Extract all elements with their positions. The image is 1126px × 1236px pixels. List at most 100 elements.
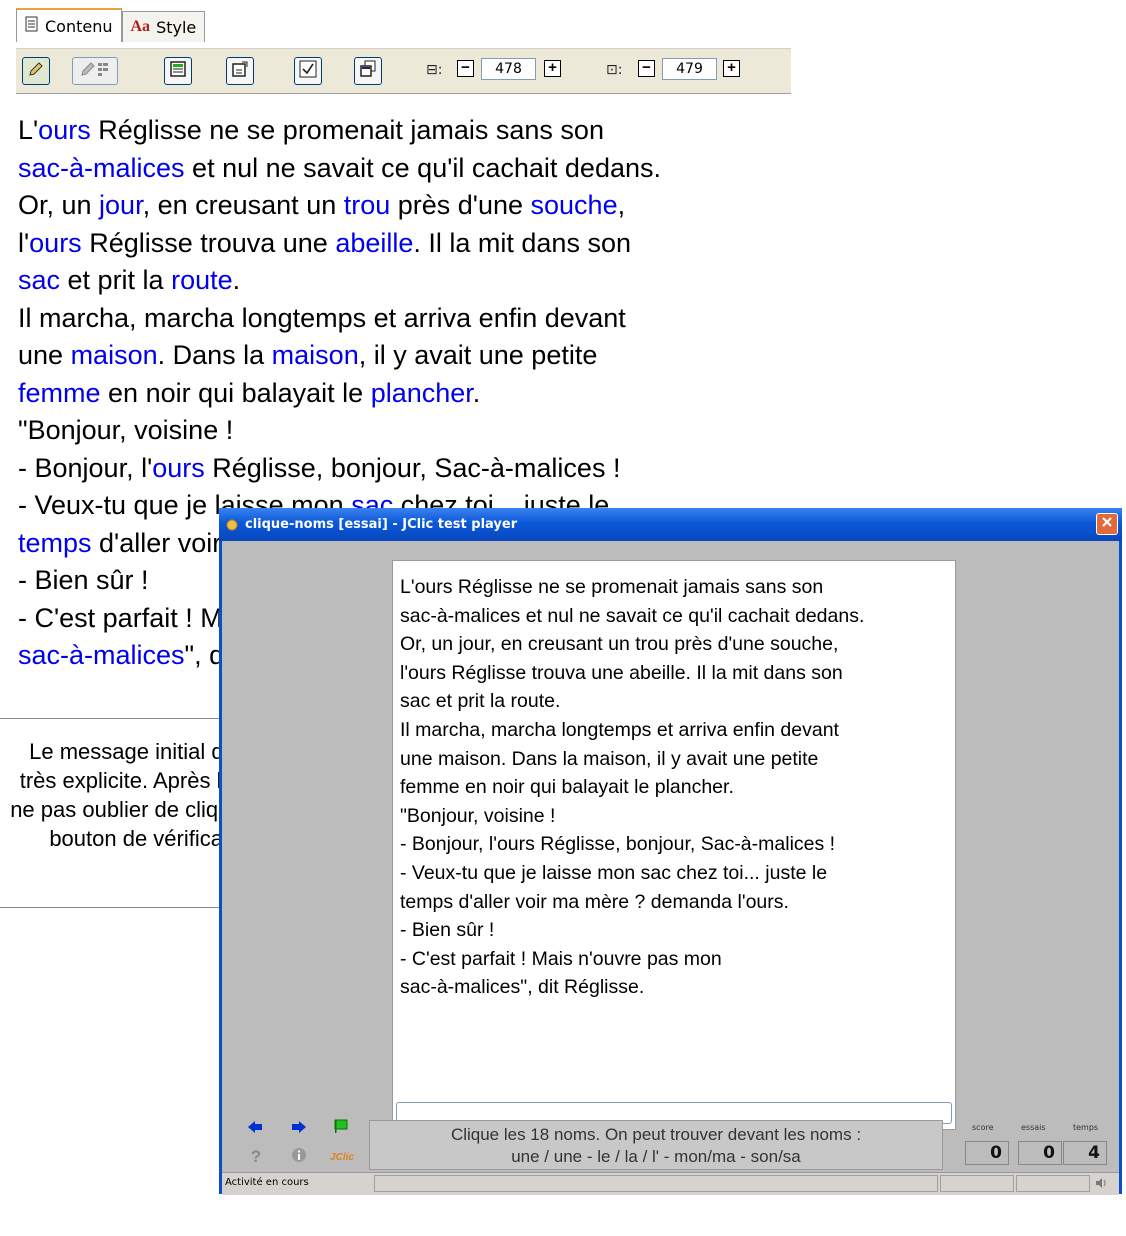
- target-button[interactable]: [226, 57, 254, 85]
- activity-text-line[interactable]: L'ours Réglisse ne se promenait jamais s…: [400, 573, 864, 602]
- noun-target[interactable]: ours: [29, 228, 82, 258]
- noun-target[interactable]: sac-à-malices: [18, 640, 185, 670]
- tab-contenu[interactable]: Contenu: [16, 8, 122, 42]
- noun-target[interactable]: ours: [152, 453, 205, 483]
- editor-line: femme en noir qui balayait le plancher.: [18, 375, 793, 413]
- activity-message: Clique les 18 noms. On peut trouver deva…: [369, 1120, 943, 1170]
- noun-target[interactable]: ours: [38, 115, 91, 145]
- text-segment: et nul ne savait ce qu'il cachait dedans…: [184, 152, 662, 183]
- activity-text-line[interactable]: - Veux-tu que je laisse mon sac chez toi…: [400, 859, 864, 888]
- text-segment: Réglisse ne se promenait jamais sans son: [90, 115, 604, 145]
- noun-target[interactable]: femme: [18, 378, 101, 408]
- activity-text-line[interactable]: - Bonjour, l'ours Réglisse, bonjour, Sac…: [400, 830, 864, 859]
- width-increase-button[interactable]: +: [544, 60, 561, 77]
- text-segment: Réglisse trouva une: [81, 227, 336, 258]
- editor-line: l'ours Réglisse trouva une abeille. Il l…: [18, 225, 793, 263]
- text-segment: l': [18, 227, 30, 258]
- text-segment: Or, un: [18, 190, 100, 220]
- flag-icon: [333, 1118, 349, 1139]
- activity-text-line[interactable]: "Bonjour, voisine !: [400, 802, 864, 831]
- text-segment: . Dans la: [157, 340, 272, 370]
- message-line-1: Clique les 18 noms. On peut trouver deva…: [450, 1125, 862, 1144]
- temps-counter: 4: [1063, 1141, 1107, 1165]
- noun-target[interactable]: maison: [272, 340, 359, 370]
- text-segment: .: [472, 377, 481, 408]
- height-decrease-button[interactable]: −: [638, 60, 655, 77]
- sound-icon[interactable]: [1094, 1176, 1108, 1195]
- text-segment: L': [18, 115, 39, 145]
- tab-style[interactable]: Aa Style: [121, 11, 206, 42]
- editor-line: - Bonjour, l'ours Réglisse, bonjour, Sac…: [18, 450, 793, 488]
- activity-text-line[interactable]: sac-à-malices et nul ne savait ce qu'il …: [400, 602, 864, 631]
- info-icon: [291, 1147, 307, 1168]
- noun-target[interactable]: sac: [18, 265, 60, 295]
- noun-target[interactable]: jour: [99, 190, 143, 220]
- activity-text-line[interactable]: une maison. Dans la maison, il y avait u…: [400, 745, 864, 774]
- height-icon: ⊡:: [606, 62, 623, 78]
- jclic-logo-button[interactable]: JClic: [326, 1146, 358, 1168]
- text-segment: - Bonjour, l': [18, 452, 153, 483]
- help-button[interactable]: ?: [245, 1146, 267, 1168]
- activity-text-line[interactable]: - Bien sûr !: [400, 916, 864, 945]
- title-bar[interactable]: clique-noms [essai] - JClic test player: [219, 508, 1122, 541]
- status-text: Activité en cours: [225, 1177, 309, 1188]
- noun-target[interactable]: plancher: [371, 378, 473, 408]
- noun-target[interactable]: temps: [18, 528, 92, 558]
- reports-button[interactable]: [330, 1117, 352, 1139]
- text-segment: et prit la: [60, 265, 172, 295]
- edit-pencil-button[interactable]: [22, 57, 50, 85]
- text-segment: - Bien sûr !: [18, 565, 149, 595]
- noun-target[interactable]: souche: [531, 190, 618, 220]
- editor-line: L'ours Réglisse ne se promenait jamais s…: [18, 112, 793, 150]
- status-bar: Activité en cours: [222, 1172, 1119, 1195]
- noun-target[interactable]: abeille: [335, 228, 413, 258]
- arrow-right-icon: [291, 1120, 307, 1139]
- height-increase-button[interactable]: +: [723, 60, 740, 77]
- activity-text[interactable]: L'ours Réglisse ne se promenait jamais s…: [400, 573, 864, 1002]
- message-line-2: une / une - le / la / l' - mon/ma - son/…: [511, 1147, 801, 1166]
- width-field[interactable]: 478: [481, 58, 536, 80]
- noun-target[interactable]: route: [171, 265, 233, 295]
- editor-tabs: Contenu Aa Style: [16, 8, 206, 42]
- activity-text-line[interactable]: Or, un jour, en creusant un trou près d'…: [400, 630, 864, 659]
- editor-line: sac-à-malices et nul ne savait ce qu'il …: [18, 150, 793, 188]
- question-icon: ?: [250, 1147, 262, 1166]
- noun-target[interactable]: trou: [344, 190, 391, 220]
- close-button[interactable]: [1096, 513, 1118, 535]
- text-segment: .: [232, 265, 241, 295]
- previous-button[interactable]: [244, 1118, 266, 1140]
- activity-text-line[interactable]: femme en noir qui balayait le plancher.: [400, 773, 864, 802]
- height-field[interactable]: 479: [662, 58, 717, 80]
- score-label: score: [972, 1123, 994, 1132]
- essais-counter: 0: [1018, 1141, 1062, 1165]
- text-window-button[interactable]: [164, 57, 192, 85]
- activity-text-line[interactable]: l'ours Réglisse trouva une abeille. Il l…: [400, 659, 864, 688]
- editor-line: sac et prit la route.: [18, 262, 793, 300]
- window-layout-button[interactable]: [354, 57, 382, 85]
- width-decrease-button[interactable]: −: [457, 60, 474, 77]
- activity-text-line[interactable]: Il marcha, marcha longtemps et arriva en…: [400, 716, 864, 745]
- document-icon: [25, 16, 39, 36]
- text-segment: Il marcha, marcha longtemps et arriva en…: [18, 302, 626, 333]
- status-segment: [1016, 1175, 1090, 1192]
- arrow-left-icon: [247, 1120, 263, 1139]
- noun-target[interactable]: maison: [71, 340, 158, 370]
- tab-style-label: Style: [156, 17, 197, 37]
- activity-text-line[interactable]: temps d'aller voir ma mère ? demanda l'o…: [400, 888, 864, 917]
- edit-target-icon: [231, 60, 249, 83]
- activity-text-line[interactable]: sac et prit la route.: [400, 687, 864, 716]
- activity-text-line[interactable]: sac-à-malices", dit Réglisse.: [400, 973, 864, 1002]
- activity-text-line[interactable]: - C'est parfait ! Mais n'ouvre pas mon: [400, 945, 864, 974]
- text-segment: ,: [617, 190, 626, 220]
- check-button[interactable]: [294, 57, 322, 85]
- edit-style-button[interactable]: [72, 57, 118, 85]
- close-icon: [1101, 515, 1113, 533]
- editor-line: une maison. Dans la maison, il y avait u…: [18, 337, 793, 375]
- app-icon: [225, 518, 239, 532]
- noun-target[interactable]: sac-à-malices: [18, 153, 185, 183]
- status-segment: [940, 1175, 1014, 1192]
- jclic-player-window: clique-noms [essai] - JClic test player …: [219, 508, 1122, 1194]
- next-button[interactable]: [288, 1118, 310, 1140]
- editor-line: Or, un jour, en creusant un trou près d'…: [18, 187, 793, 225]
- info-button[interactable]: [288, 1146, 310, 1168]
